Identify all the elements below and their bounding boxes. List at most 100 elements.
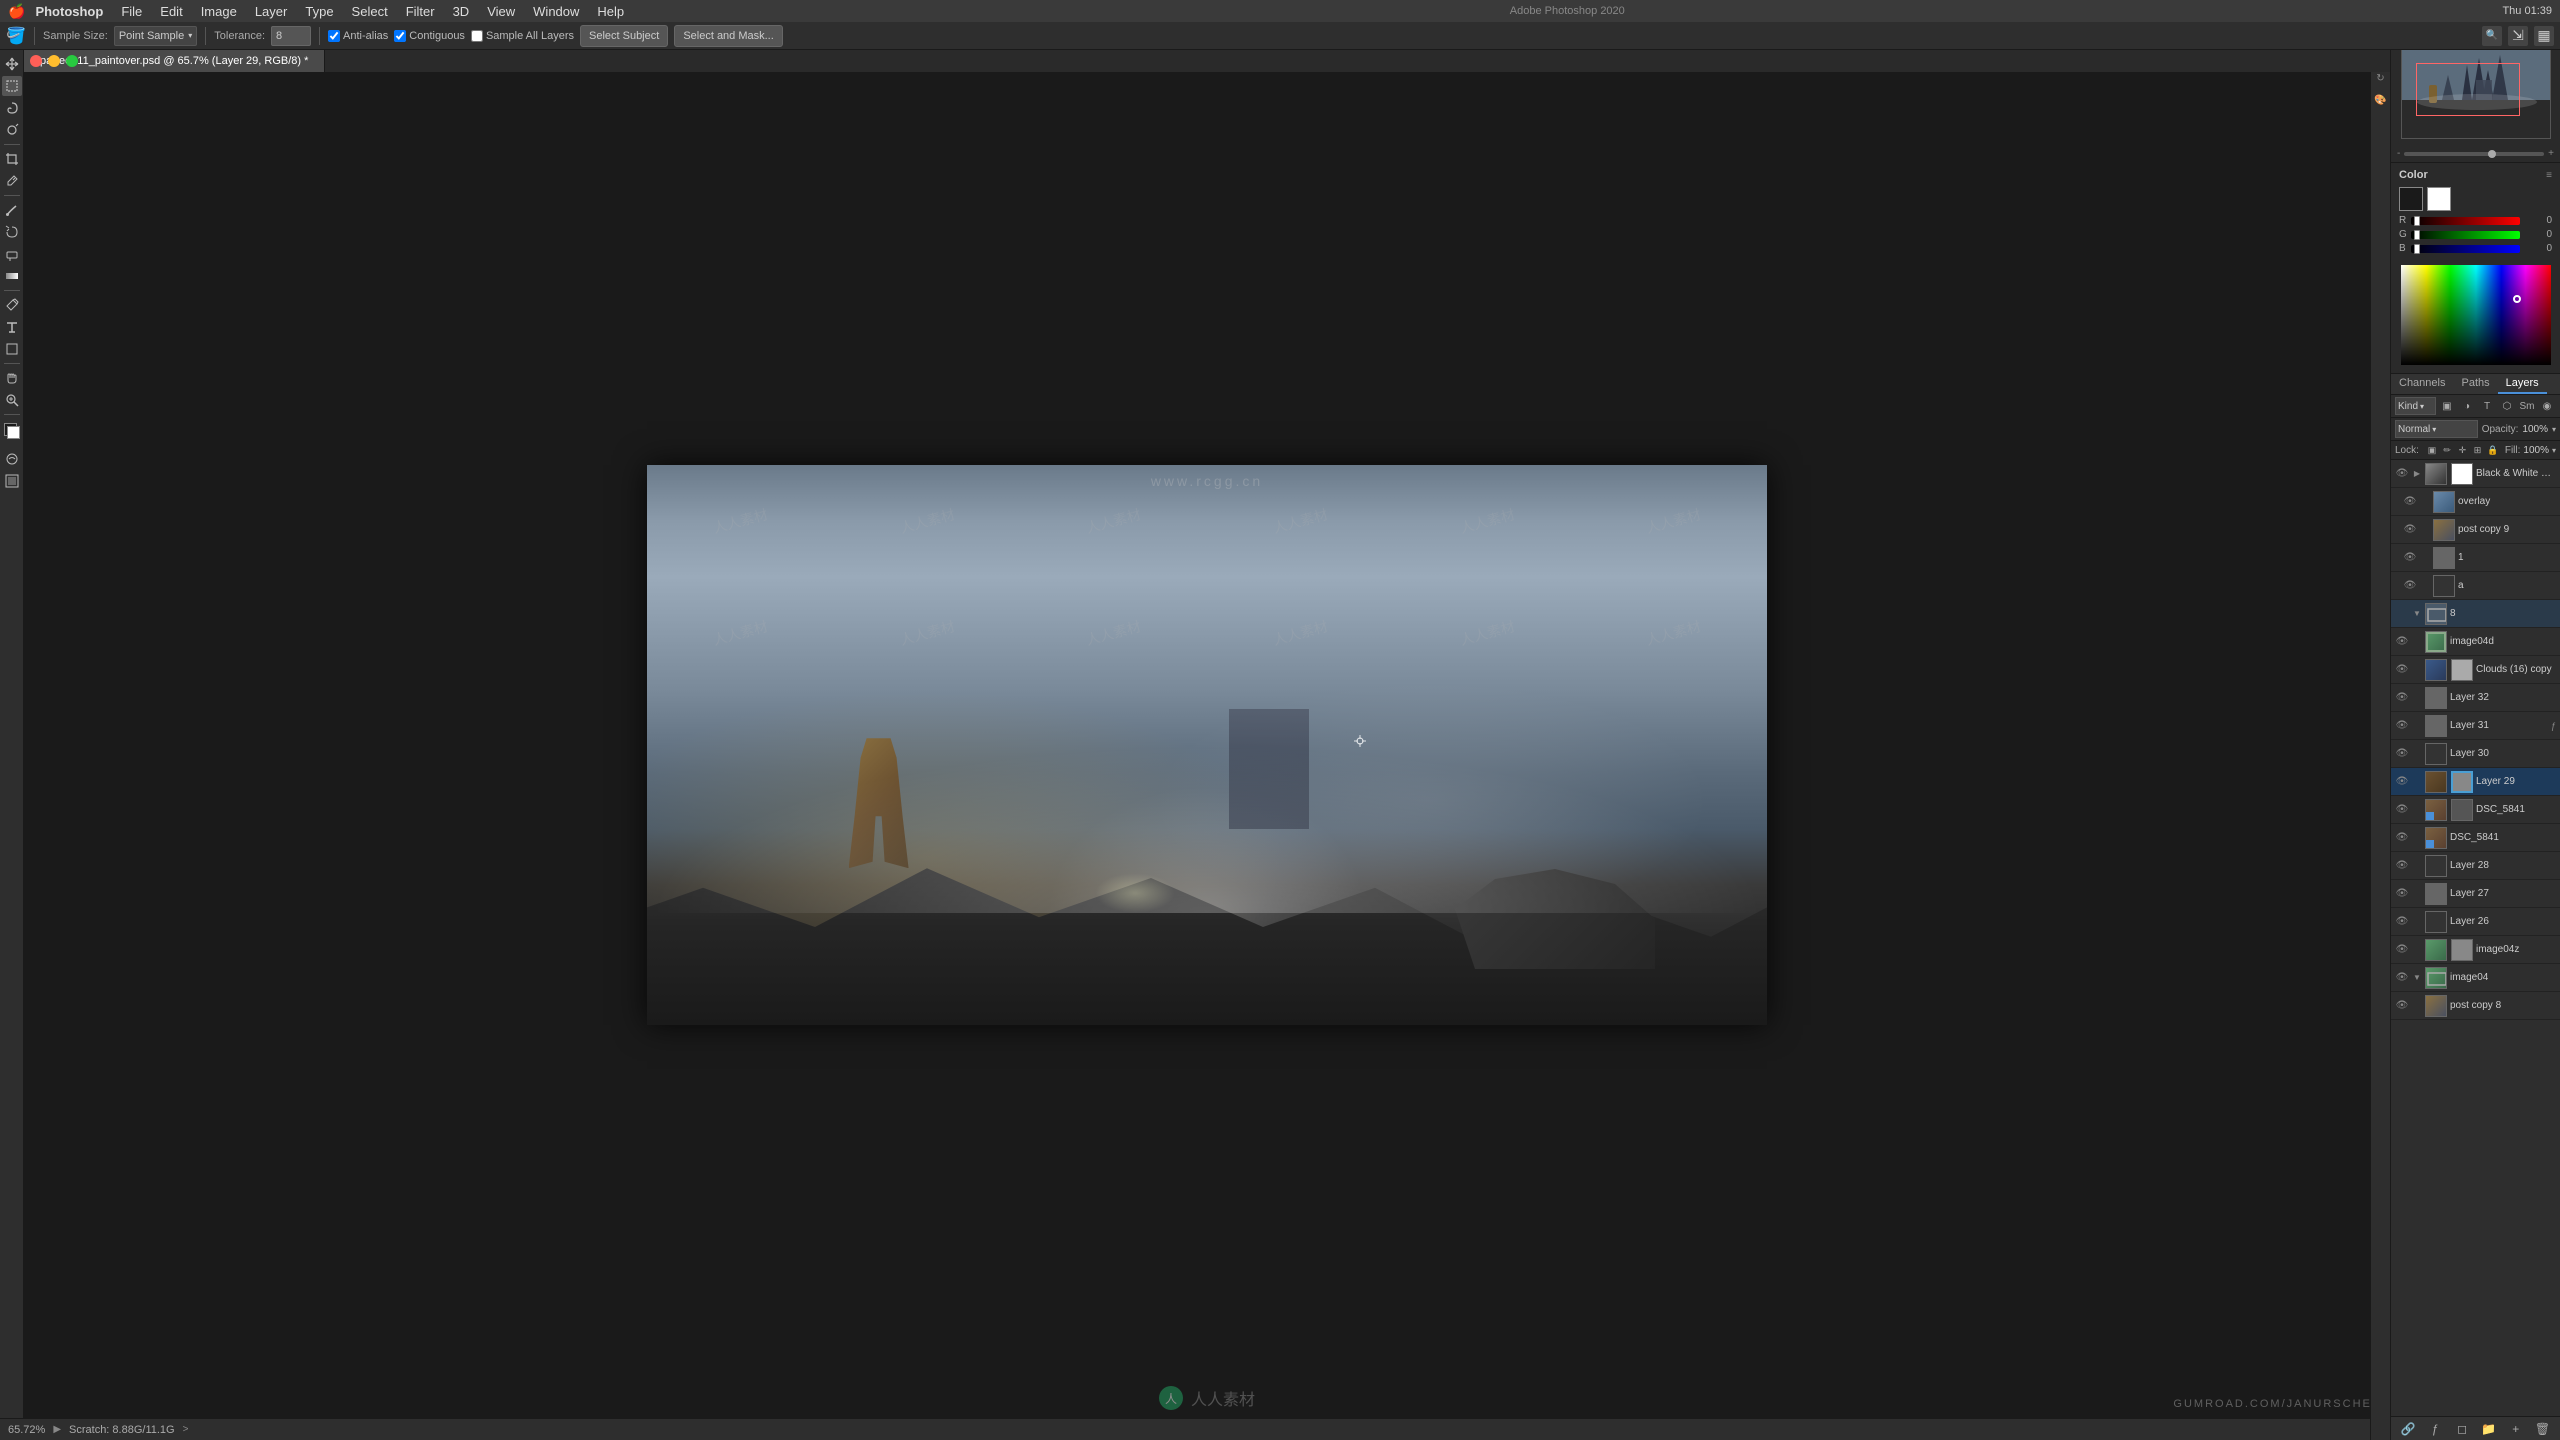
lock-artboard-icon[interactable]: ⊞ [2471,443,2483,457]
layer-visibility-icon[interactable]: 👁 [2395,943,2409,957]
menu-image[interactable]: Image [193,2,245,21]
layer-item[interactable]: 👁 Layer 26 [2391,908,2560,936]
filter-adjustment-icon[interactable]: ◑ [2458,397,2476,415]
pen-tool[interactable] [2,295,22,315]
layer-visibility-icon[interactable]: 👁 [2395,859,2409,873]
app-name[interactable]: Photoshop [35,4,103,19]
layer-item[interactable]: 👁 post copy 9 [2391,516,2560,544]
layer-visibility-icon[interactable]: 👁 [2395,803,2409,817]
lock-transparent-icon[interactable]: ▣ [2426,443,2438,457]
sync-icon[interactable]: ↻ [2373,70,2389,86]
panel-toggle-icon[interactable]: ▦ [2534,26,2554,46]
menu-type[interactable]: Type [297,2,341,21]
filter-pixel-icon[interactable]: ▣ [2438,397,2456,415]
layer-visibility-icon[interactable]: 👁 [2395,467,2409,481]
filter-toggle-icon[interactable]: ◉ [2538,397,2556,415]
b-slider[interactable] [2411,245,2520,253]
layer-visibility-icon[interactable]: 👁 [2395,719,2409,733]
zoom-slider[interactable] [2404,152,2544,156]
canvas-container[interactable]: www.rcgg.cn 人人素材 人人素材 人人素材 人人素材 人人素材 人人素… [24,72,2390,1418]
tool-preset-icon[interactable]: 🪣 [6,26,26,46]
layer-visibility-icon[interactable]: 👁 [2395,831,2409,845]
move-tool[interactable] [2,54,22,74]
type-tool[interactable] [2,317,22,337]
fill-value[interactable]: 100% [2523,445,2549,456]
layers-tab[interactable]: Layers [2498,374,2547,394]
layer-item[interactable]: 👁 DSC_5841 [2391,796,2560,824]
layer-item[interactable]: 👁 image04z [2391,936,2560,964]
crop-tool[interactable] [2,149,22,169]
apple-menu[interactable]: 🍎 [8,3,25,20]
blend-mode-dropdown[interactable]: Normal ▾ [2395,420,2478,438]
color-spectrum[interactable] [2401,265,2551,365]
lock-all-icon[interactable]: 🔒 [2487,443,2499,457]
menu-file[interactable]: File [113,2,150,21]
menu-view[interactable]: View [479,2,523,21]
zoom-tool[interactable] [2,390,22,410]
close-button[interactable] [30,55,42,67]
lasso-tool[interactable] [2,98,22,118]
gradient-tool[interactable] [2,266,22,286]
paths-tab[interactable]: Paths [2453,374,2497,394]
lock-move-icon[interactable]: ✛ [2456,443,2468,457]
minimize-button[interactable] [48,55,60,67]
new-layer-button[interactable]: + [2507,1420,2525,1438]
resize-icon[interactable]: ⇲ [2508,26,2528,46]
layer-item[interactable]: 👁 DSC_5841 [2391,824,2560,852]
opacity-value[interactable]: 100% [2522,424,2548,435]
layer-item-selected[interactable]: 👁 Layer 29 [2391,768,2560,796]
color-background[interactable] [2427,187,2451,211]
delete-layer-button[interactable]: 🗑 [2534,1420,2552,1438]
layer-visibility-icon[interactable]: 👁 [2403,523,2417,537]
layer-visibility-icon[interactable]: 👁 [2395,747,2409,761]
layer-item[interactable]: 👁 image04d [2391,628,2560,656]
layer-item[interactable]: 👁 overlay [2391,488,2560,516]
quick-select-tool[interactable] [2,120,22,140]
filter-smart-icon[interactable]: Sm [2518,397,2536,415]
add-style-button[interactable]: ƒ [2426,1420,2444,1438]
layer-visibility-icon[interactable]: 👁 [2395,691,2409,705]
zoom-in-icon[interactable]: + [2548,148,2554,159]
brush-tool[interactable] [2,200,22,220]
layer-item[interactable]: 👁 Layer 31 ƒ [2391,712,2560,740]
menu-filter[interactable]: Filter [398,2,443,21]
marquee-tool[interactable] [2,76,22,96]
color-panel-icon[interactable]: 🎨 [2373,92,2389,108]
search-icon[interactable]: 🔍 [2482,26,2502,46]
r-slider[interactable] [2411,217,2520,225]
layer-item[interactable]: 👁 ▶ Black & White 1 copy 3 [2391,460,2560,488]
menu-3d[interactable]: 3D [445,2,478,21]
layer-visibility-icon[interactable]: 👁 [2403,495,2417,509]
layer-item[interactable]: 👁 Layer 30 [2391,740,2560,768]
layer-visibility-icon[interactable]: 👁 [2395,971,2409,985]
layer-visibility-icon[interactable]: 👁 [2395,775,2409,789]
layer-item[interactable]: 👁 Layer 32 [2391,684,2560,712]
select-subject-button[interactable]: Select Subject [580,25,668,47]
layer-item[interactable]: 👁 post copy 8 [2391,992,2560,1020]
zoom-out-icon[interactable]: - [2397,148,2400,159]
menu-edit[interactable]: Edit [152,2,190,21]
menu-window[interactable]: Window [525,2,587,21]
filter-type-icon[interactable]: T [2478,397,2496,415]
layer-item[interactable]: 👁 Clouds (16) copy [2391,656,2560,684]
layer-expand-icon[interactable]: ▼ [2412,609,2422,619]
foreground-color[interactable] [4,423,20,439]
add-mask-button[interactable]: ◻ [2453,1420,2471,1438]
layer-visibility-icon[interactable]: 👁 [2395,607,2409,621]
filter-shape-icon[interactable]: ⬡ [2498,397,2516,415]
anti-alias-checkbox[interactable] [328,30,340,42]
layer-item[interactable]: 👁 ▼ image04 [2391,964,2560,992]
layer-item[interactable]: 👁 a [2391,572,2560,600]
maximize-button[interactable] [66,55,78,67]
eraser-tool[interactable] [2,244,22,264]
menu-select[interactable]: Select [344,2,396,21]
layer-item[interactable]: 👁 1 [2391,544,2560,572]
link-layers-button[interactable]: 🔗 [2399,1420,2417,1438]
layer-visibility-icon[interactable]: 👁 [2403,579,2417,593]
layer-item[interactable]: 👁 ▼ 8 [2391,600,2560,628]
sample-size-dropdown[interactable]: Point Sample ▾ [114,26,197,46]
anti-alias-group[interactable]: Anti-alias [328,30,388,42]
g-slider[interactable] [2411,231,2520,239]
eyedropper-tool[interactable] [2,171,22,191]
contiguous-group[interactable]: Contiguous [394,30,465,42]
